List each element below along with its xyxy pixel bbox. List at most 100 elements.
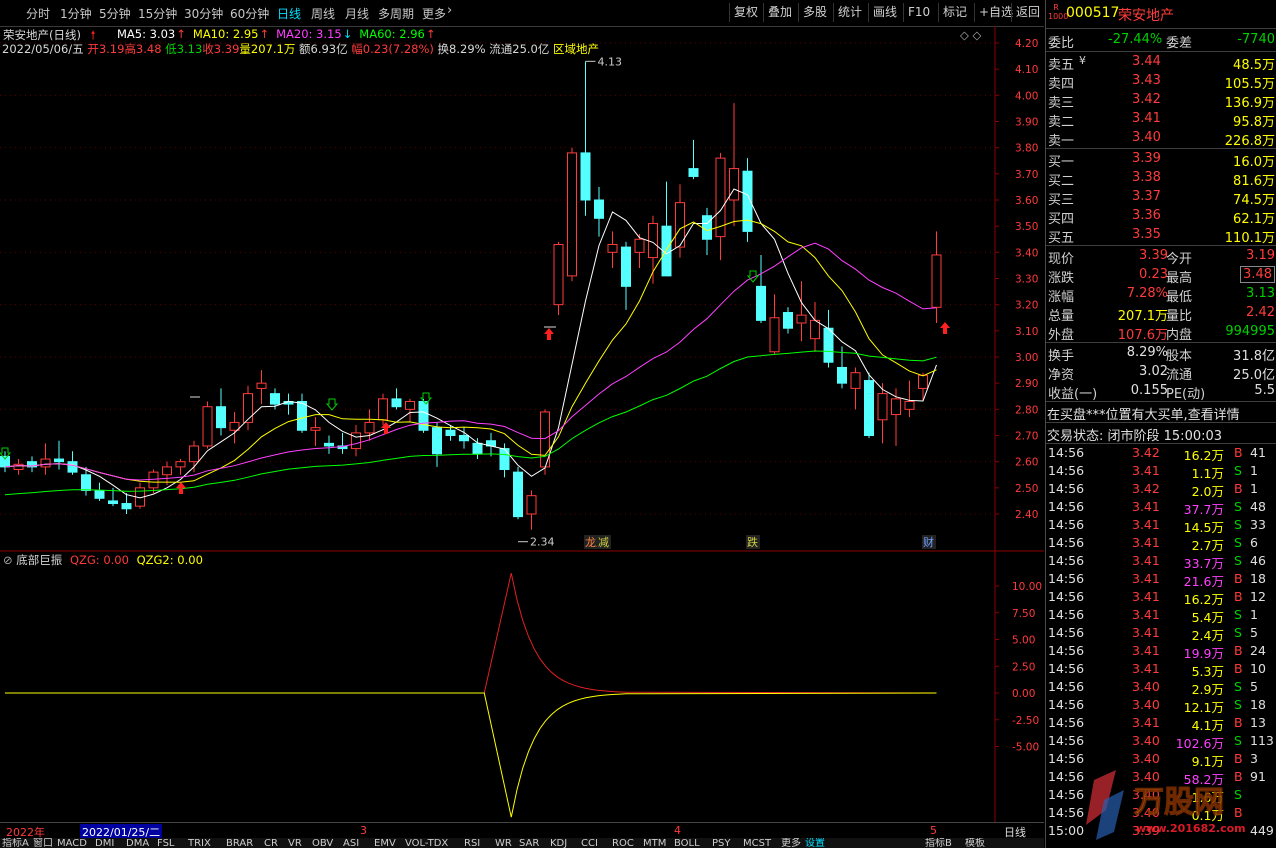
period-tab-4[interactable]: 30分钟 (184, 5, 223, 22)
indicator-tab-1[interactable]: 窗口 (33, 838, 53, 848)
toolbar-btn-1[interactable]: 叠加 (763, 3, 796, 22)
tick-price: 3.40 (1132, 751, 1160, 766)
indicator-menu-icon[interactable]: ⊘ (3, 553, 13, 567)
candle-up (13, 463, 24, 471)
chevron-right-icon[interactable]: › (447, 3, 452, 18)
tick-count: 5 (1250, 679, 1258, 694)
buy-level-3[interactable]: 买三 3.37 74.5万 (1046, 188, 1276, 208)
candle-down (459, 435, 469, 442)
period-tab-6[interactable]: 日线 (277, 5, 301, 22)
event-tag: 跌 (747, 535, 758, 549)
indicator-tab-22[interactable]: PSY (712, 838, 731, 848)
indicator-name[interactable]: 底部巨振 (16, 553, 62, 567)
sell-level-1[interactable]: 卖一 3.40 226.8万 (1046, 129, 1276, 149)
price-tick: 3.00 (1015, 352, 1038, 364)
indicator-tab-18[interactable]: CCI (581, 838, 598, 848)
toolbar-btn-5[interactable]: F10 (903, 3, 934, 22)
tick-side: S (1234, 463, 1242, 478)
sell-level-3[interactable]: 卖三 3.42 136.9万 (1046, 91, 1276, 111)
indicator-tab-16[interactable]: SAR (519, 838, 539, 848)
indicator-tab-6[interactable]: TRIX (188, 838, 211, 848)
period-tab-10[interactable]: 更多 (422, 5, 446, 22)
kline-chart[interactable]: 4.20 4.10 4.00 3.90 3.80 3.70 3.60 3.50 3.40 3.30… (0, 26, 1044, 822)
period-tab-9[interactable]: 多周期 (378, 5, 414, 22)
order-price: 3.43 (1132, 73, 1161, 88)
indicator-tab-2[interactable]: MACD (57, 838, 87, 848)
candle-up (148, 471, 159, 489)
stat-value: 0.23 (1139, 267, 1168, 282)
toolbar-btn-2[interactable]: 多股 (798, 3, 831, 22)
tick-side: B (1234, 445, 1243, 460)
candle-down (270, 393, 280, 405)
toolbar-btn-6[interactable]: 标记 (938, 3, 971, 22)
indicator-tab-23[interactable]: MCST (743, 838, 771, 848)
indicator-tab-9[interactable]: VR (288, 838, 302, 848)
tick-volume: 2.9万 (1191, 682, 1224, 697)
candle-down (756, 285, 766, 321)
ma20-line (4, 242, 937, 481)
indicator-tab-3[interactable]: DMI (95, 838, 114, 848)
buy-level-1[interactable]: 买一 3.39 16.0万 (1046, 150, 1276, 170)
indicator-tab-11[interactable]: ASI (343, 838, 359, 848)
candle-up (729, 168, 739, 201)
order-mark: ¥ (1079, 54, 1086, 67)
indicator-tab-right-0[interactable]: 指标B (925, 838, 952, 848)
period-tab-7[interactable]: 周线 (311, 5, 335, 22)
big-order-notice[interactable]: 在买盘***位置有大买单,查看详情 (1047, 404, 1240, 423)
buy-level-2[interactable]: 买二 3.38 81.6万 (1046, 169, 1276, 189)
buy-level-4[interactable]: 买四 3.36 62.1万 (1046, 207, 1276, 227)
toolbar-btn-4[interactable]: 画线 (868, 3, 901, 22)
candle-up (364, 421, 375, 434)
indicator-tab-24[interactable]: 更多 (781, 838, 801, 848)
indicator-tab-right-1[interactable]: 模板 (965, 838, 985, 848)
period-tab-1[interactable]: 1分钟 (60, 5, 92, 22)
indicator-tab-4[interactable]: DMA (126, 838, 149, 848)
stat-row-3: 总量 207.1万 量比 2.42 (1046, 304, 1276, 324)
period-tab-3[interactable]: 15分钟 (138, 5, 177, 22)
sell-level-4[interactable]: 卖四 3.43 105.5万 (1046, 72, 1276, 92)
indicator-tab-12[interactable]: EMV (374, 838, 396, 848)
sell-level-5[interactable]: 卖五 ¥3.44 48.5万 (1046, 53, 1276, 73)
tick-row: 14:56 3.41 1.1万 S 1 (1046, 463, 1276, 481)
toolbar-btn-8[interactable]: 返回 (1011, 3, 1044, 22)
indicator-tab-25[interactable]: 设置 (805, 838, 825, 848)
candle-down (432, 427, 442, 455)
indicator-tab-20[interactable]: MTM (643, 838, 666, 848)
tick-count: 1 (1250, 463, 1258, 478)
tick-row: 14:56 3.41 2.7万 S 6 (1046, 535, 1276, 553)
toolbar-btn-0[interactable]: 复权 (729, 3, 762, 22)
order-volume: 105.5万 (1224, 77, 1275, 92)
stat-value: 207.1万 (1117, 309, 1168, 324)
sell-level-2[interactable]: 卖二 3.41 95.8万 (1046, 110, 1276, 130)
indicator-tab-21[interactable]: BOLL (674, 838, 700, 848)
indicator-tab-7[interactable]: BRAR (226, 838, 253, 848)
indicator-tab-19[interactable]: ROC (612, 838, 634, 848)
ma10-line (4, 219, 937, 483)
tick-count: 48 (1250, 499, 1266, 514)
indicator-tab-17[interactable]: KDJ (550, 838, 567, 848)
indicator-tab-0[interactable]: 指标A (2, 838, 29, 848)
period-tab-5[interactable]: 60分钟 (230, 5, 269, 22)
period-tab-0[interactable]: 分时 (26, 5, 50, 22)
tick-price: 3.41 (1132, 589, 1160, 604)
buy-level-5[interactable]: 买五 3.35 110.1万 (1046, 226, 1276, 246)
indicator-tab-13[interactable]: VOL-TDX (405, 838, 448, 848)
candle-up (243, 393, 253, 423)
indicator-tick: 0.00 (1012, 688, 1035, 700)
indicator-tab-14[interactable]: RSI (464, 838, 480, 848)
indicator-tab-8[interactable]: CR (264, 838, 278, 848)
candle-down (391, 398, 402, 408)
toolbar-btn-3[interactable]: 统计 (833, 3, 866, 22)
candle-down (688, 168, 699, 177)
candle-down (297, 400, 307, 431)
period-tab-8[interactable]: 月线 (345, 5, 369, 22)
period-tab-2[interactable]: 5分钟 (99, 5, 131, 22)
tick-side: B (1234, 481, 1243, 496)
indicator-tab-5[interactable]: FSL (157, 838, 175, 848)
candle-down (445, 429, 456, 436)
order-price: 3.36 (1132, 208, 1161, 223)
stat2-row-2: 收益(一) 0.155 PE(动) 5.5 (1046, 382, 1276, 402)
tick-row: 14:56 3.40 12.1万 S 18 (1046, 697, 1276, 715)
indicator-tab-10[interactable]: OBV (312, 838, 333, 848)
indicator-tab-15[interactable]: WR (495, 838, 512, 848)
